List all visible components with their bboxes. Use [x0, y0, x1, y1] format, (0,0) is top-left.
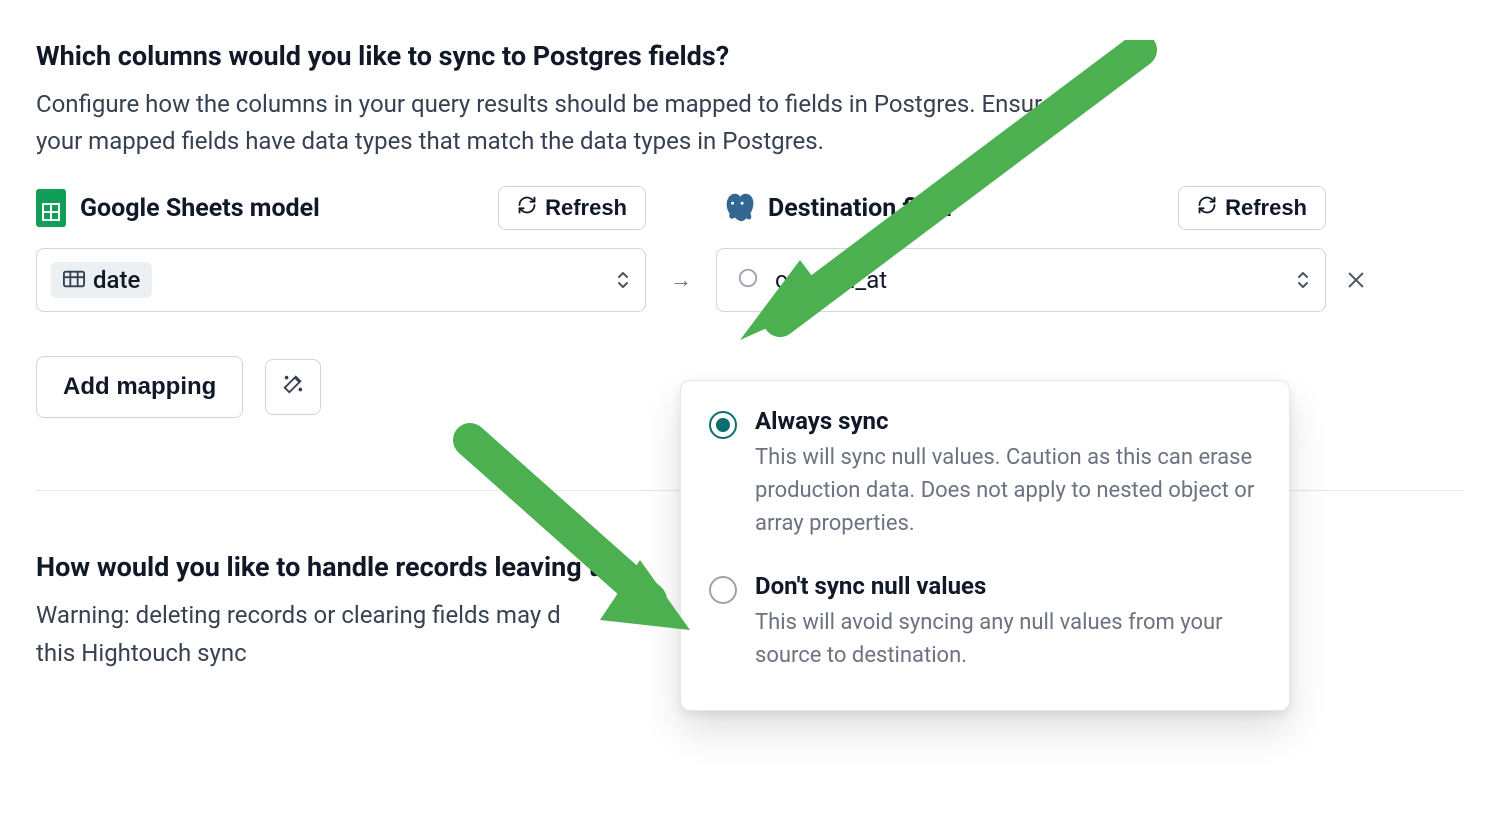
magic-wand-icon	[282, 373, 304, 401]
section-column-mapping: Which columns would you like to sync to …	[36, 40, 1463, 418]
postgres-icon	[716, 189, 754, 227]
destination-field-select[interactable]: created_at	[716, 248, 1326, 312]
refresh-icon	[1197, 195, 1217, 221]
auto-map-button[interactable]	[265, 359, 321, 415]
refresh-destination-button[interactable]: Refresh	[1178, 186, 1326, 230]
chevron-updown-icon	[615, 269, 631, 291]
option-description: This will sync null values. Caution as t…	[755, 441, 1261, 540]
add-mapping-button[interactable]: Add mapping	[36, 356, 243, 418]
arrow-right-icon: →	[646, 248, 716, 312]
option-title: Always sync	[755, 407, 1261, 435]
refresh-source-button[interactable]: Refresh	[498, 186, 646, 230]
google-sheets-icon	[36, 189, 66, 227]
column-headers: Google Sheets model Refresh Destination	[36, 186, 1463, 248]
chevron-updown-icon	[1295, 269, 1311, 291]
mapping-row: date → created_at	[36, 248, 1463, 312]
remove-mapping-button[interactable]	[1326, 248, 1386, 312]
sync-mode-dropdown: Always sync This will sync null values. …	[680, 380, 1290, 711]
option-title: Don't sync null values	[755, 572, 1261, 600]
section-description: Configure how the columns in your query …	[36, 86, 1066, 160]
radio-selected-icon	[709, 411, 737, 439]
option-description: This will avoid syncing any null values …	[755, 606, 1261, 672]
source-field-select[interactable]: date	[36, 248, 646, 312]
add-mapping-label: Add mapping	[63, 373, 216, 400]
source-field-value: date	[93, 266, 140, 294]
destination-field-value: created_at	[769, 266, 887, 294]
refresh-source-label: Refresh	[545, 195, 627, 221]
destination-label: Destination field	[768, 194, 952, 223]
refresh-icon	[517, 195, 537, 221]
source-label: Google Sheets model	[80, 194, 320, 223]
sync-option-dont-sync-null[interactable]: Don't sync null values This will avoid s…	[681, 560, 1289, 692]
refresh-destination-label: Refresh	[1225, 195, 1307, 221]
table-icon	[63, 266, 85, 294]
sync-option-always[interactable]: Always sync This will sync null values. …	[681, 399, 1289, 560]
section-heading: Which columns would you like to sync to …	[36, 40, 1463, 72]
circle-icon	[737, 267, 759, 293]
radio-unselected-icon	[709, 576, 737, 604]
